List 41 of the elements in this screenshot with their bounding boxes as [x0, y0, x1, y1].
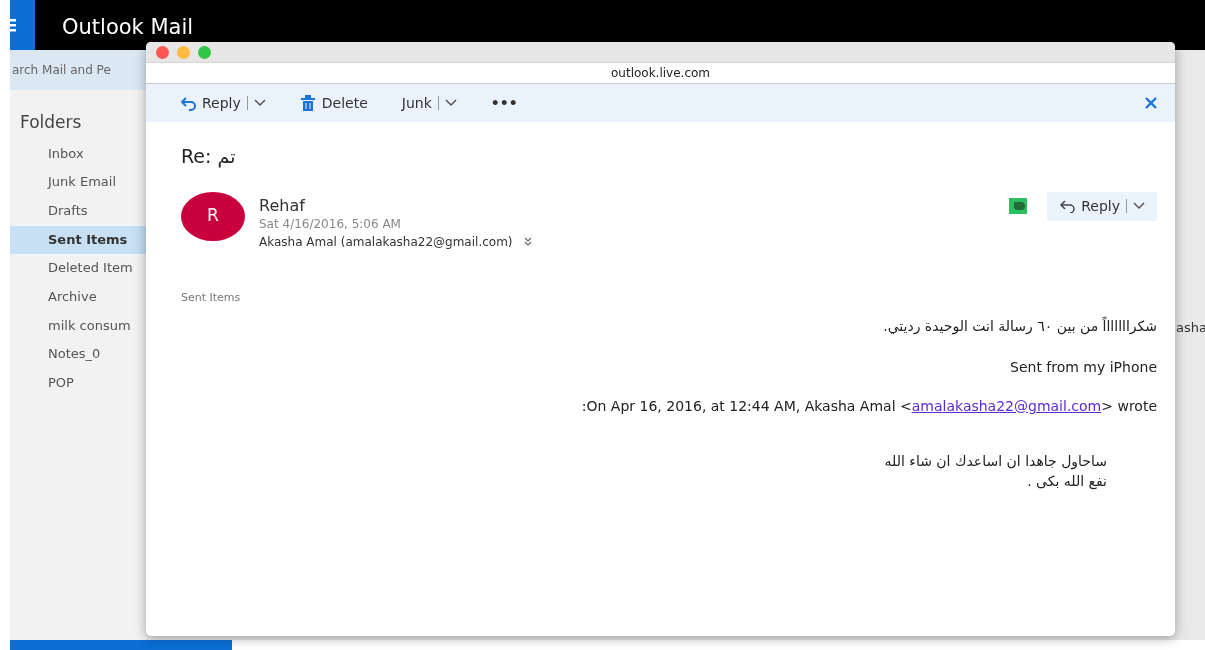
folder-item[interactable]: Archive: [10, 282, 146, 312]
folders-heading: Folders: [19, 111, 83, 134]
quote-header: :On Apr 16, 2016, at 12:44 AM, Akasha Amal <: [581, 398, 912, 414]
recipient-text: Akasha Amal (amalakasha22@gmail.com): [259, 233, 513, 251]
address-text: outlook.live.com: [611, 65, 710, 82]
quoted-text: ساحاول جاهدا ان اساعدك ان شاء الله: [883, 452, 1107, 471]
quoted-text: نفع الله بكى .: [1026, 472, 1107, 491]
avatar: R: [181, 191, 245, 241]
reply-button[interactable]: Reply: [1047, 191, 1157, 221]
delete-button[interactable]: Delete: [299, 92, 368, 114]
folder-item[interactable]: Sent Items: [10, 225, 146, 255]
caret-icon: [253, 99, 266, 107]
close-icon[interactable]: [1145, 97, 1157, 109]
folder-item[interactable]: Drafts: [10, 196, 146, 226]
close-icon[interactable]: [156, 45, 169, 59]
folder-item[interactable]: milk consum: [10, 311, 146, 341]
trash-icon: [299, 95, 316, 111]
text-fragment: asha: [1176, 319, 1205, 337]
caret-icon: [1133, 202, 1145, 210]
caret-icon: [444, 99, 457, 107]
search-field[interactable]: arch Mail and Pe: [10, 50, 146, 90]
more-button[interactable]: •••: [490, 92, 518, 114]
quote-header-end: > wrote: [1101, 398, 1157, 414]
reply-icon: [1059, 199, 1076, 213]
folder-item[interactable]: POP: [10, 369, 146, 398]
sender-name: Rehaf: [259, 195, 307, 216]
message-subject: Re: تم: [181, 144, 237, 170]
expand-icon[interactable]: [522, 236, 533, 247]
folder-item[interactable]: Deleted Item: [10, 254, 146, 283]
folder-label: Sent Items: [181, 289, 242, 306]
junk-button[interactable]: Junk: [401, 92, 457, 114]
folder-item[interactable]: Notes_0: [10, 340, 146, 369]
folder-item[interactable]: Inbox: [10, 139, 146, 169]
app-title: Outlook Mail: [61, 14, 194, 41]
email-link[interactable]: amalakasha22@gmail.com: [911, 398, 1102, 414]
message-text: Sent from my iPhone: [1009, 358, 1157, 377]
folder-item[interactable]: Junk Email: [10, 168, 146, 197]
reply-button[interactable]: Reply: [180, 92, 266, 114]
message-date: Sat 4/16/2016, 5:06 AM: [259, 215, 402, 232]
reply-icon: [180, 95, 196, 111]
message-text: شكراااااااً من بين ٦٠ رسالة انت الوحيدة رديتي.: [882, 316, 1157, 337]
